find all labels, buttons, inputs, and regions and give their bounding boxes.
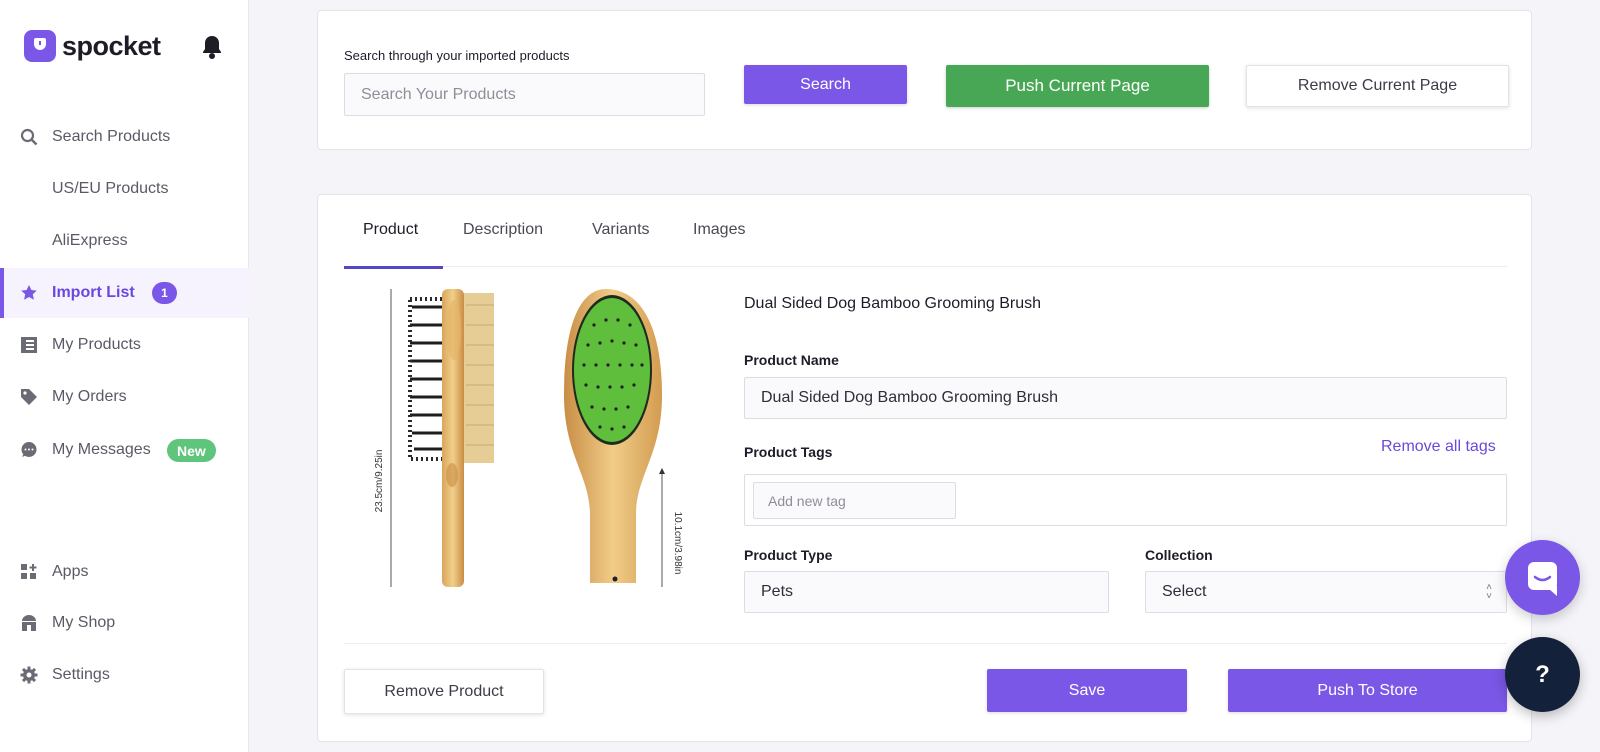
product-tags-label: Product Tags xyxy=(744,444,833,460)
divider xyxy=(344,643,1507,644)
chat-icon xyxy=(1528,562,1557,596)
search-card: Search through your imported products Se… xyxy=(317,10,1532,150)
chat-launcher-button[interactable] xyxy=(1505,540,1580,615)
search-icon xyxy=(20,128,38,146)
product-title: Dual Sided Dog Bamboo Grooming Brush xyxy=(744,295,1042,312)
help-button[interactable]: ? xyxy=(1505,637,1580,712)
tab-product[interactable]: Product xyxy=(363,221,418,267)
collection-select-value: Select xyxy=(1162,583,1207,600)
sidebar-item-label: Import List xyxy=(52,284,135,301)
sidebar-item-my-shop[interactable]: My Shop xyxy=(0,598,249,648)
search-input[interactable] xyxy=(344,73,705,116)
push-current-page-button[interactable]: Push Current Page xyxy=(946,65,1209,107)
remove-product-button[interactable]: Remove Product xyxy=(344,669,544,714)
height-measurement-label: 23.5cm/9.25in xyxy=(374,450,385,513)
add-tag-input[interactable] xyxy=(753,482,956,519)
sidebar-item-my-products[interactable]: My Products xyxy=(0,320,249,370)
apps-grid-icon xyxy=(21,564,37,579)
product-tabs: Product Description Variants Images xyxy=(344,195,1507,269)
search-label: Search through your imported products xyxy=(344,48,570,63)
logo[interactable]: spocket xyxy=(24,30,161,62)
sidebar-item-import-list[interactable]: Import List 1 xyxy=(0,268,249,318)
new-badge: New xyxy=(167,439,216,462)
star-icon xyxy=(21,285,37,300)
tab-variants[interactable]: Variants xyxy=(592,221,650,267)
sidebar-item-label: Apps xyxy=(52,563,89,580)
sidebar-item-label: US/EU Products xyxy=(52,180,169,197)
spocket-logo-icon xyxy=(24,30,56,62)
collection-select[interactable]: Select ˄ ˅ xyxy=(1145,571,1507,613)
save-button[interactable]: Save xyxy=(987,669,1187,712)
sidebar: spocket Search Products US/EU Products A… xyxy=(0,0,249,752)
tab-description[interactable]: Description xyxy=(463,221,543,267)
sidebar-item-label: My Orders xyxy=(52,388,127,405)
tab-images[interactable]: Images xyxy=(693,221,745,267)
shop-icon xyxy=(22,615,36,631)
chat-bubble-icon xyxy=(21,442,37,457)
sidebar-item-label: Search Products xyxy=(52,128,171,145)
sidebar-item-apps[interactable]: Apps xyxy=(0,547,249,597)
tag-icon xyxy=(21,389,37,405)
push-to-store-button[interactable]: Push To Store xyxy=(1228,669,1507,712)
product-type-field[interactable]: Pets xyxy=(744,571,1109,613)
collection-label: Collection xyxy=(1145,547,1213,563)
gear-icon xyxy=(20,666,38,684)
product-card: Product Description Variants Images 23.5… xyxy=(317,194,1532,742)
active-tab-indicator xyxy=(344,266,443,269)
list-icon xyxy=(21,337,37,353)
import-count-badge: 1 xyxy=(152,282,177,304)
sidebar-item-my-orders[interactable]: My Orders xyxy=(0,372,249,422)
sidebar-item-label: Settings xyxy=(52,666,110,683)
search-button[interactable]: Search xyxy=(744,65,907,104)
select-arrows-icon: ˄ ˅ xyxy=(1486,582,1492,602)
product-image[interactable]: 23.5cm/9.25in 10.1cm/3.98in xyxy=(344,285,719,590)
sidebar-item-label: AliExpress xyxy=(52,232,128,249)
sidebar-item-label: My Products xyxy=(52,336,141,353)
bell-icon[interactable] xyxy=(200,34,224,60)
tags-container[interactable] xyxy=(744,474,1507,526)
remove-current-page-button[interactable]: Remove Current Page xyxy=(1246,65,1509,107)
sidebar-item-my-messages[interactable]: My Messages New xyxy=(0,425,249,475)
remove-all-tags-link[interactable]: Remove all tags xyxy=(1381,438,1496,456)
product-name-field[interactable]: Dual Sided Dog Bamboo Grooming Brush xyxy=(744,377,1507,419)
sidebar-item-aliexpress[interactable]: AliExpress xyxy=(0,216,249,266)
sidebar-item-search-products[interactable]: Search Products xyxy=(0,112,249,162)
sidebar-item-us-eu-products[interactable]: US/EU Products xyxy=(0,164,249,214)
width-measurement-label: 10.1cm/3.98in xyxy=(672,512,683,575)
sidebar-item-label: My Shop xyxy=(52,614,116,631)
product-type-label: Product Type xyxy=(744,547,833,563)
sidebar-item-label: My Messages xyxy=(52,441,151,458)
product-name-label: Product Name xyxy=(744,352,839,368)
sidebar-item-settings[interactable]: Settings xyxy=(0,650,249,700)
logo-text: spocket xyxy=(62,30,161,61)
